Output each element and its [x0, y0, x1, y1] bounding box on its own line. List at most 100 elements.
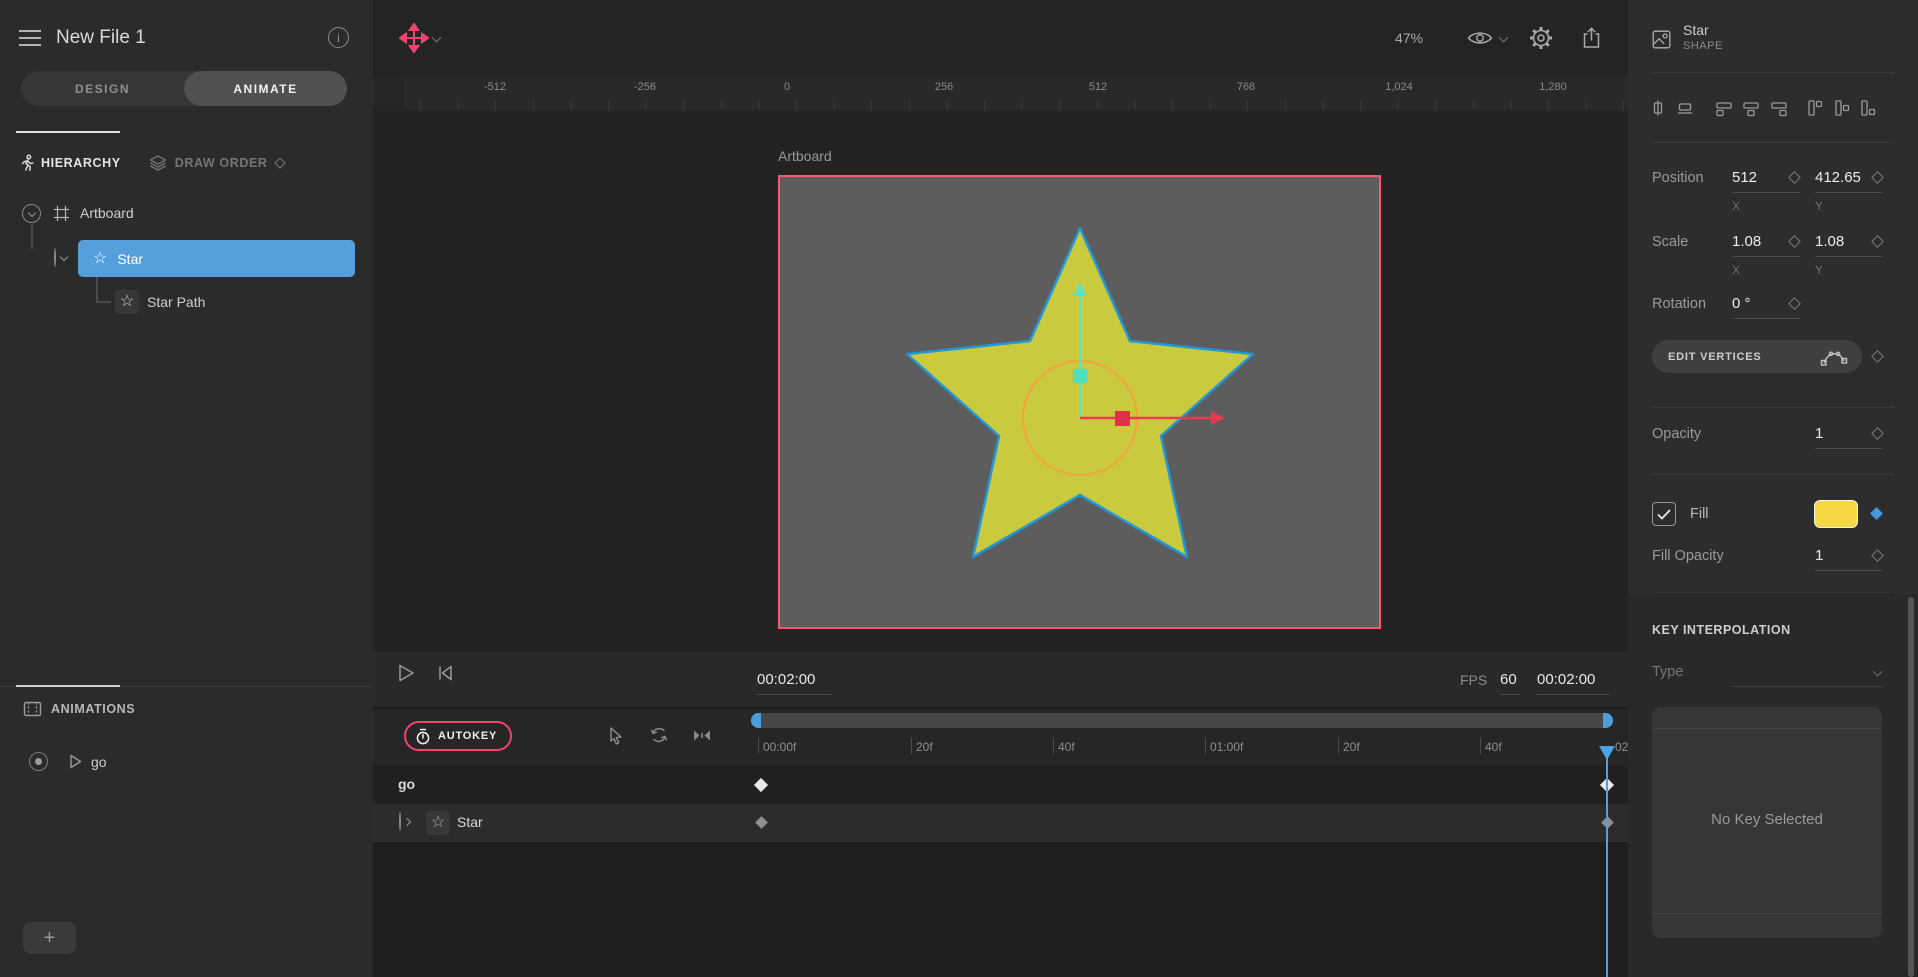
align-center-horizontal-icon[interactable]: [1741, 98, 1761, 118]
tab-hierarchy[interactable]: HIERARCHY: [18, 154, 121, 172]
play-icon[interactable]: [69, 754, 82, 769]
animation-item-go[interactable]: go: [29, 752, 107, 771]
tree-connector: [96, 301, 111, 303]
left-panel: New File 1 i DESIGN ANIMATE HIERARCHY DR…: [0, 0, 373, 977]
play-button[interactable]: [398, 664, 415, 682]
draw-order-key-diamond[interactable]: [274, 157, 285, 168]
view-dropdown-chevron-icon[interactable]: [1499, 33, 1509, 43]
y-axis-handle[interactable]: [1073, 369, 1087, 383]
fps-label: FPS: [1460, 672, 1487, 688]
tree-row-star-selected[interactable]: ☆ Star: [78, 240, 355, 277]
playhead-line[interactable]: [1606, 758, 1608, 977]
scale-x-key-diamond[interactable]: [1788, 235, 1801, 248]
distribute-horizontal-icon[interactable]: [1648, 98, 1668, 118]
rotation-key-diamond[interactable]: [1788, 297, 1801, 310]
position-y-field[interactable]: 412.65: [1815, 169, 1861, 186]
align-top-icon[interactable]: [1804, 98, 1824, 118]
frame-tick-label: 02: [1615, 740, 1628, 754]
move-tool-icon[interactable]: [399, 23, 429, 53]
ruler-tick-label: 256: [935, 81, 953, 93]
timeline-range-slider[interactable]: [751, 713, 1613, 728]
axis-y-label: Y: [1815, 263, 1823, 277]
tool-dropdown-chevron-icon[interactable]: [432, 33, 442, 43]
chevron-right-icon[interactable]: [399, 812, 401, 831]
menu-icon[interactable]: [19, 30, 41, 46]
fill-label: Fill: [1690, 506, 1709, 522]
stage-graphics: [373, 110, 1628, 652]
scale-x-field[interactable]: 1.08: [1732, 233, 1761, 250]
duration-field[interactable]: 00:02:00: [1537, 671, 1595, 688]
stopwatch-icon: [415, 728, 431, 745]
fill-key-diamond[interactable]: [1870, 507, 1883, 520]
fill-opacity-key-diamond[interactable]: [1871, 549, 1884, 562]
track-label-star: Star: [457, 814, 483, 830]
keyframe[interactable]: [755, 816, 768, 829]
distribute-vertical-icon[interactable]: [1675, 98, 1695, 118]
position-x-key-diamond[interactable]: [1788, 171, 1801, 184]
zoom-level[interactable]: 47%: [1395, 30, 1423, 46]
selection-type: SHAPE: [1683, 40, 1723, 52]
align-right-icon[interactable]: [1769, 98, 1789, 118]
rotation-field[interactable]: 0 °: [1732, 295, 1751, 312]
align-toolbar: [1628, 98, 1918, 120]
opacity-key-diamond[interactable]: [1871, 427, 1884, 440]
fill-checkbox[interactable]: [1652, 502, 1676, 526]
info-icon[interactable]: i: [328, 27, 349, 48]
scale-label: Scale: [1652, 234, 1688, 250]
bezier-icon: [1820, 347, 1848, 366]
opacity-field[interactable]: 1: [1815, 425, 1823, 442]
ruler-tick-label: 1,280: [1539, 81, 1567, 93]
inspector-scrollbar[interactable]: [1908, 597, 1914, 977]
tab-design[interactable]: DESIGN: [21, 71, 184, 106]
gear-icon[interactable]: [1529, 26, 1553, 50]
frame-tick-label: 01:00f: [1210, 740, 1243, 754]
tab-animate[interactable]: ANIMATE: [184, 71, 347, 106]
x-axis-handle[interactable]: [1115, 411, 1130, 426]
position-y-key-diamond[interactable]: [1871, 171, 1884, 184]
position-label: Position: [1652, 170, 1704, 186]
playhead-handle[interactable]: [1599, 746, 1615, 760]
position-x-field[interactable]: 512: [1732, 169, 1757, 186]
eye-icon[interactable]: [1467, 30, 1493, 46]
tab-draw-order[interactable]: DRAW ORDER: [149, 155, 284, 171]
x-axis-arrow[interactable]: [1211, 411, 1225, 425]
align-left-icon[interactable]: [1714, 98, 1734, 118]
fill-color-swatch[interactable]: [1814, 500, 1858, 528]
add-animation-button[interactable]: +: [23, 922, 76, 954]
edit-vertices-button[interactable]: EDIT VERTICES: [1652, 340, 1862, 373]
ruler-tick-label: 0: [784, 81, 790, 93]
current-time-field[interactable]: 00:02:00: [757, 671, 815, 688]
keyframe[interactable]: [754, 778, 768, 792]
scale-y-field[interactable]: 1.08: [1815, 233, 1844, 250]
align-bottom-icon[interactable]: [1857, 98, 1877, 118]
animations-label: ANIMATIONS: [51, 702, 135, 716]
autokey-toggle[interactable]: AUTOKEY: [404, 721, 512, 751]
axis-y-label: Y: [1815, 199, 1823, 213]
fill-opacity-label: Fill Opacity: [1652, 548, 1724, 564]
fill-opacity-field[interactable]: 1: [1815, 547, 1823, 564]
range-start-handle[interactable]: [751, 713, 761, 728]
skip-to-start-button[interactable]: [437, 665, 453, 681]
artboard-icon: [53, 205, 70, 222]
chevron-down-icon[interactable]: [22, 204, 41, 223]
star-icon: ☆: [93, 251, 107, 267]
align-center-vertical-icon[interactable]: [1831, 98, 1851, 118]
export-icon[interactable]: [1581, 26, 1602, 49]
radio-selected-icon[interactable]: [29, 752, 48, 771]
tree-row-star-path[interactable]: ☆ Star Path: [115, 289, 355, 314]
canvas-viewport[interactable]: Artboard: [373, 110, 1628, 652]
file-title: New File 1: [56, 27, 146, 49]
vertices-key-diamond[interactable]: [1871, 350, 1884, 363]
chevron-down-icon[interactable]: [54, 248, 56, 267]
animation-label-go: go: [91, 754, 107, 770]
loop-icon[interactable]: [649, 726, 669, 744]
keys-area: 00:00f 20f 40f 01:00f 20f 40f 02: [745, 708, 1628, 977]
ping-pong-icon[interactable]: [692, 728, 712, 743]
range-end-handle[interactable]: [1603, 713, 1613, 728]
tree-row-artboard[interactable]: Artboard: [22, 196, 362, 230]
layers-icon: [149, 155, 167, 171]
scale-y-key-diamond[interactable]: [1871, 235, 1884, 248]
fps-field[interactable]: 60: [1500, 671, 1517, 688]
canvas-toolbar: 47%: [373, 0, 1628, 76]
select-cursor-icon[interactable]: [607, 726, 624, 745]
